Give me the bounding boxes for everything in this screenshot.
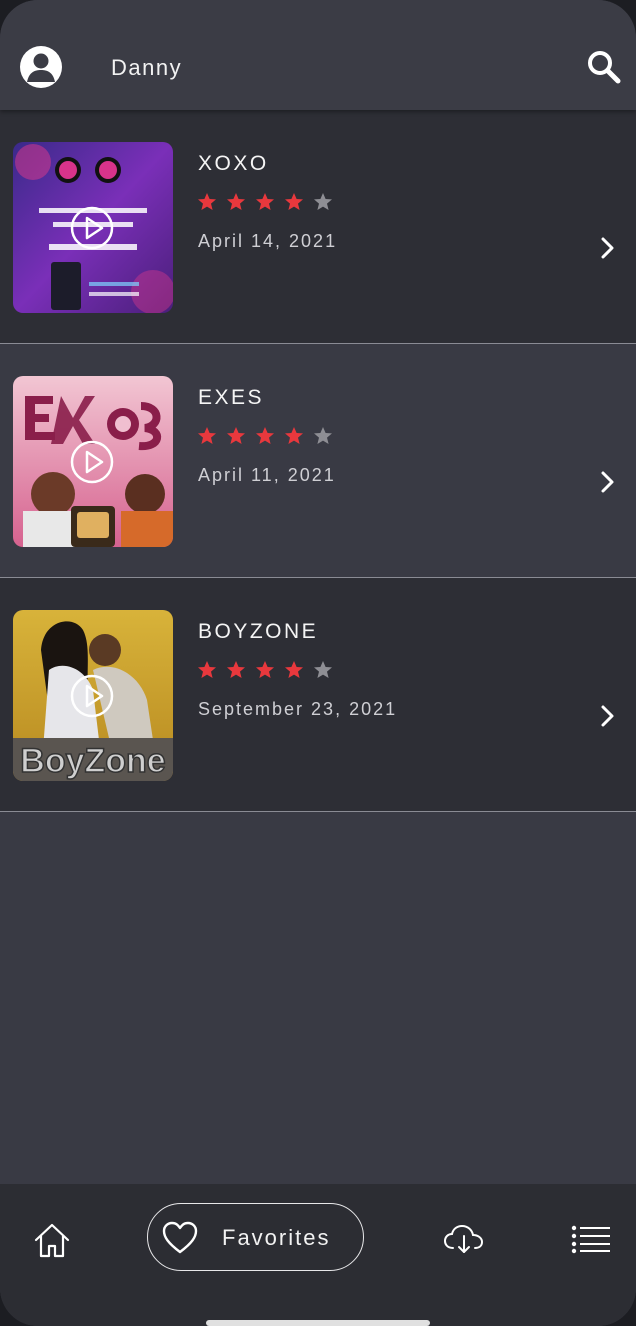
user-circle-icon[interactable] bbox=[20, 46, 62, 88]
svg-text:BoyZone: BoyZone bbox=[20, 742, 165, 780]
list-item[interactable]: BoyZone BOYZONE September 23, 2021 bbox=[0, 578, 636, 812]
play-icon[interactable] bbox=[70, 674, 114, 718]
star-empty-icon bbox=[314, 661, 332, 678]
app-screen: Danny XOXO April 14, 2021 EXES April 11,… bbox=[0, 0, 636, 1326]
star-empty-icon bbox=[314, 193, 332, 210]
item-title: BOYZONE bbox=[198, 620, 319, 643]
home-icon[interactable] bbox=[32, 1220, 72, 1260]
star-filled-icon bbox=[227, 193, 245, 210]
list-item[interactable]: EXES April 11, 2021 bbox=[0, 344, 636, 578]
star-filled-icon bbox=[198, 661, 216, 678]
play-icon[interactable] bbox=[70, 440, 114, 484]
cloud-download-icon[interactable] bbox=[443, 1224, 485, 1254]
star-filled-icon bbox=[256, 661, 274, 678]
item-date: April 14, 2021 bbox=[198, 231, 338, 251]
chevron-right-icon[interactable] bbox=[600, 236, 616, 260]
star-filled-icon bbox=[256, 193, 274, 210]
star-rating bbox=[197, 192, 333, 214]
thumbnail-xoxo[interactable] bbox=[13, 142, 173, 313]
username: Danny bbox=[111, 55, 183, 80]
star-empty-icon bbox=[314, 427, 332, 444]
item-date: September 23, 2021 bbox=[198, 699, 398, 719]
item-date: April 11, 2021 bbox=[198, 465, 336, 485]
star-rating bbox=[197, 660, 333, 682]
star-filled-icon bbox=[285, 193, 303, 210]
star-filled-icon bbox=[198, 193, 216, 210]
list-item[interactable]: XOXO April 14, 2021 bbox=[0, 110, 636, 344]
chevron-right-icon[interactable] bbox=[600, 704, 616, 728]
star-filled-icon bbox=[285, 427, 303, 444]
favorites-label: Favorites bbox=[222, 1225, 331, 1250]
star-filled-icon bbox=[285, 661, 303, 678]
favorites-list: XOXO April 14, 2021 EXES April 11, 2021 … bbox=[0, 110, 636, 812]
bottom-nav: Favorites bbox=[0, 1184, 636, 1326]
list-icon[interactable] bbox=[570, 1224, 612, 1254]
star-filled-icon bbox=[256, 427, 274, 444]
star-rating bbox=[197, 426, 333, 448]
search-icon[interactable] bbox=[586, 49, 622, 85]
thumbnail-boyzone[interactable]: BoyZone bbox=[13, 610, 173, 781]
star-filled-icon bbox=[198, 427, 216, 444]
heart-icon bbox=[162, 1221, 198, 1254]
chevron-right-icon[interactable] bbox=[600, 470, 616, 494]
star-filled-icon bbox=[227, 427, 245, 444]
play-icon[interactable] bbox=[70, 206, 114, 250]
star-filled-icon bbox=[227, 661, 245, 678]
home-indicator bbox=[206, 1320, 430, 1326]
item-title: XOXO bbox=[198, 152, 269, 175]
header: Danny bbox=[0, 0, 636, 110]
favorites-tab[interactable]: Favorites bbox=[147, 1203, 364, 1271]
thumbnail-exes[interactable] bbox=[13, 376, 173, 547]
item-title: EXES bbox=[198, 386, 265, 409]
